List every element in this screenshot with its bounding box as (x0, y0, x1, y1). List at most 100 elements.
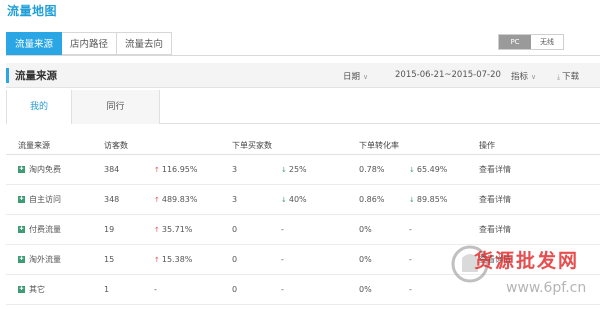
cell-buyers-trend-value: 40% (288, 195, 307, 204)
cell-visitors: 15 (104, 244, 154, 275)
wireless-toggle-button[interactable]: 无线 (531, 35, 563, 49)
date-range-display[interactable]: 2015-06-21~2015-07-20 (395, 70, 501, 80)
trend-down-icon: ↓ (281, 196, 287, 204)
cell-buyers-trend: ↓ 40% (281, 184, 359, 215)
cell-visitors-trend: ↑ 35.71% (154, 214, 232, 245)
view-details-link[interactable]: 查看详情 (479, 255, 511, 264)
cell-buyers-trend: - (281, 214, 359, 245)
chevron-down-icon: ∨ (531, 73, 537, 81)
tab-traffic-source[interactable]: 流量来源 (6, 32, 63, 55)
view-details-link[interactable]: 查看详情 (479, 165, 511, 174)
section-title: 流量来源 (15, 70, 57, 82)
source-icon: ✚ (18, 196, 25, 203)
cell-buyers-trend-value: - (281, 225, 284, 234)
cell-conversion-trend-value: - (409, 225, 412, 234)
cell-conversion: 0% (359, 214, 409, 245)
view-details-link[interactable]: 查看详情 (479, 225, 511, 234)
trend-up-icon: ↑ (154, 226, 160, 234)
trend-down-icon: ↓ (281, 166, 287, 174)
traffic-source-table: 流量来源 访客数 下单买家数 下单转化率 操作 ✚ 淘内免费 384 ↑ 116.95%… (6, 136, 600, 305)
cell-buyers: 0 (232, 244, 281, 275)
source-name: 其它 (29, 285, 45, 294)
metric-label: 指标 (511, 72, 529, 82)
pc-toggle-button[interactable]: PC (499, 35, 531, 49)
cell-source: ✚ 淘内免费 (6, 154, 104, 185)
cell-buyers: 0 (232, 274, 281, 305)
cell-action (479, 274, 600, 305)
cell-buyers-trend: - (281, 274, 359, 305)
cell-visitors-trend-value: 35.71% (161, 225, 193, 234)
page-title: 流量地图 (7, 4, 58, 18)
cell-conversion-trend-value: 89.85% (416, 195, 448, 204)
cell-visitors-trend: ↑ 489.83% (154, 184, 232, 215)
cell-buyers-trend: - (281, 244, 359, 275)
sub-tab-bar: 我的 同行 (6, 90, 160, 124)
cell-conversion-trend: ↓ 65.49% (409, 154, 479, 185)
trend-down-icon: ↓ (409, 166, 415, 174)
device-toggle: PC 无线 (498, 34, 564, 50)
cell-buyers: 3 (232, 184, 281, 215)
download-label: 下载 (562, 72, 580, 82)
tab-traffic-destination[interactable]: 流量去向 (117, 32, 173, 55)
cell-action: 查看详情 (479, 154, 600, 185)
cell-source: ✚ 付费流量 (6, 214, 104, 245)
table-row: ✚ 自主访问 348 ↑ 489.83% 3 ↓ 40% 0.86% ↓ 89.85% 查看详情 (6, 184, 600, 215)
header-source: 流量来源 (6, 136, 104, 155)
cell-conversion-trend: - (409, 244, 479, 275)
table-row: ✚ 淘外流量 15 ↑ 15.38% 0-0% - 查看详情 (6, 244, 600, 275)
section-header: 流量来源 日期 ∨ 2015-06-21~2015-07-20 指标 ∨ ⤓ 下载 (6, 63, 600, 88)
cell-conversion-trend-value: 65.49% (416, 165, 448, 174)
cell-visitors: 348 (104, 184, 154, 215)
source-icon: ✚ (18, 256, 25, 263)
header-buyers: 下单买家数 (232, 136, 281, 155)
cell-conversion-trend: ↓ 89.85% (409, 184, 479, 215)
trend-up-icon: ↑ (154, 166, 160, 174)
cell-visitors: 19 (104, 214, 154, 245)
cell-action: 查看详情 (479, 184, 600, 215)
cell-buyers: 3 (232, 154, 281, 185)
source-name: 自主访问 (29, 195, 61, 204)
trend-up-icon: ↑ (154, 256, 160, 264)
tab-mine[interactable]: 我的 (6, 90, 72, 124)
cell-buyers-trend: ↓ 25% (281, 154, 359, 185)
cell-source: ✚ 淘外流量 (6, 244, 104, 275)
source-name: 付费流量 (29, 225, 61, 234)
date-dropdown[interactable]: 日期 ∨ (343, 70, 368, 82)
cell-conversion: 0% (359, 274, 409, 305)
cell-visitors-trend-value: - (154, 285, 157, 294)
tab-divider (6, 55, 600, 56)
traffic-map-page: 流量地图 流量来源 店内路径 流量去向 PC 无线 流量来源 日期 ∨ 2015-… (0, 0, 600, 309)
tab-peers[interactable]: 同行 (72, 90, 160, 124)
cell-buyers-trend-value: - (281, 285, 284, 294)
tab-store-path[interactable]: 店内路径 (62, 32, 118, 55)
download-button[interactable]: ⤓ 下载 (557, 70, 579, 82)
view-details-link[interactable]: 查看详情 (479, 195, 511, 204)
cell-conversion-trend-value: - (409, 285, 412, 294)
sub-tab-divider (160, 123, 600, 124)
cell-visitors-trend: ↑ 116.95% (154, 154, 232, 185)
trend-down-icon: ↓ (409, 196, 415, 204)
cell-conversion: 0% (359, 244, 409, 275)
top-tab-bar: 流量来源 店内路径 流量去向 (6, 32, 173, 55)
table-row: ✚ 其它 1-0-0% - (6, 274, 600, 305)
header-visitors-trend (154, 136, 232, 155)
cell-conversion-trend: - (409, 214, 479, 245)
cell-action: 查看详情 (479, 214, 600, 245)
cell-visitors-trend: ↑ 15.38% (154, 244, 232, 275)
cell-visitors-trend-value: 15.38% (161, 255, 193, 264)
source-name: 淘外流量 (29, 255, 61, 264)
date-label: 日期 (343, 72, 361, 82)
header-conversion-trend (409, 136, 479, 155)
header-conversion: 下单转化率 (359, 136, 409, 155)
cell-visitors: 1 (104, 274, 154, 305)
cell-visitors-trend: - (154, 274, 232, 305)
cell-buyers-trend-value: - (281, 255, 284, 264)
source-icon: ✚ (18, 226, 25, 233)
cell-action: 查看详情 (479, 244, 600, 275)
source-name: 淘内免费 (29, 165, 61, 174)
cell-conversion-trend-value: - (409, 255, 412, 264)
cell-source: ✚ 自主访问 (6, 184, 104, 215)
section-accent (6, 68, 9, 83)
download-icon: ⤓ (557, 73, 561, 81)
metric-dropdown[interactable]: 指标 ∨ (511, 70, 536, 82)
